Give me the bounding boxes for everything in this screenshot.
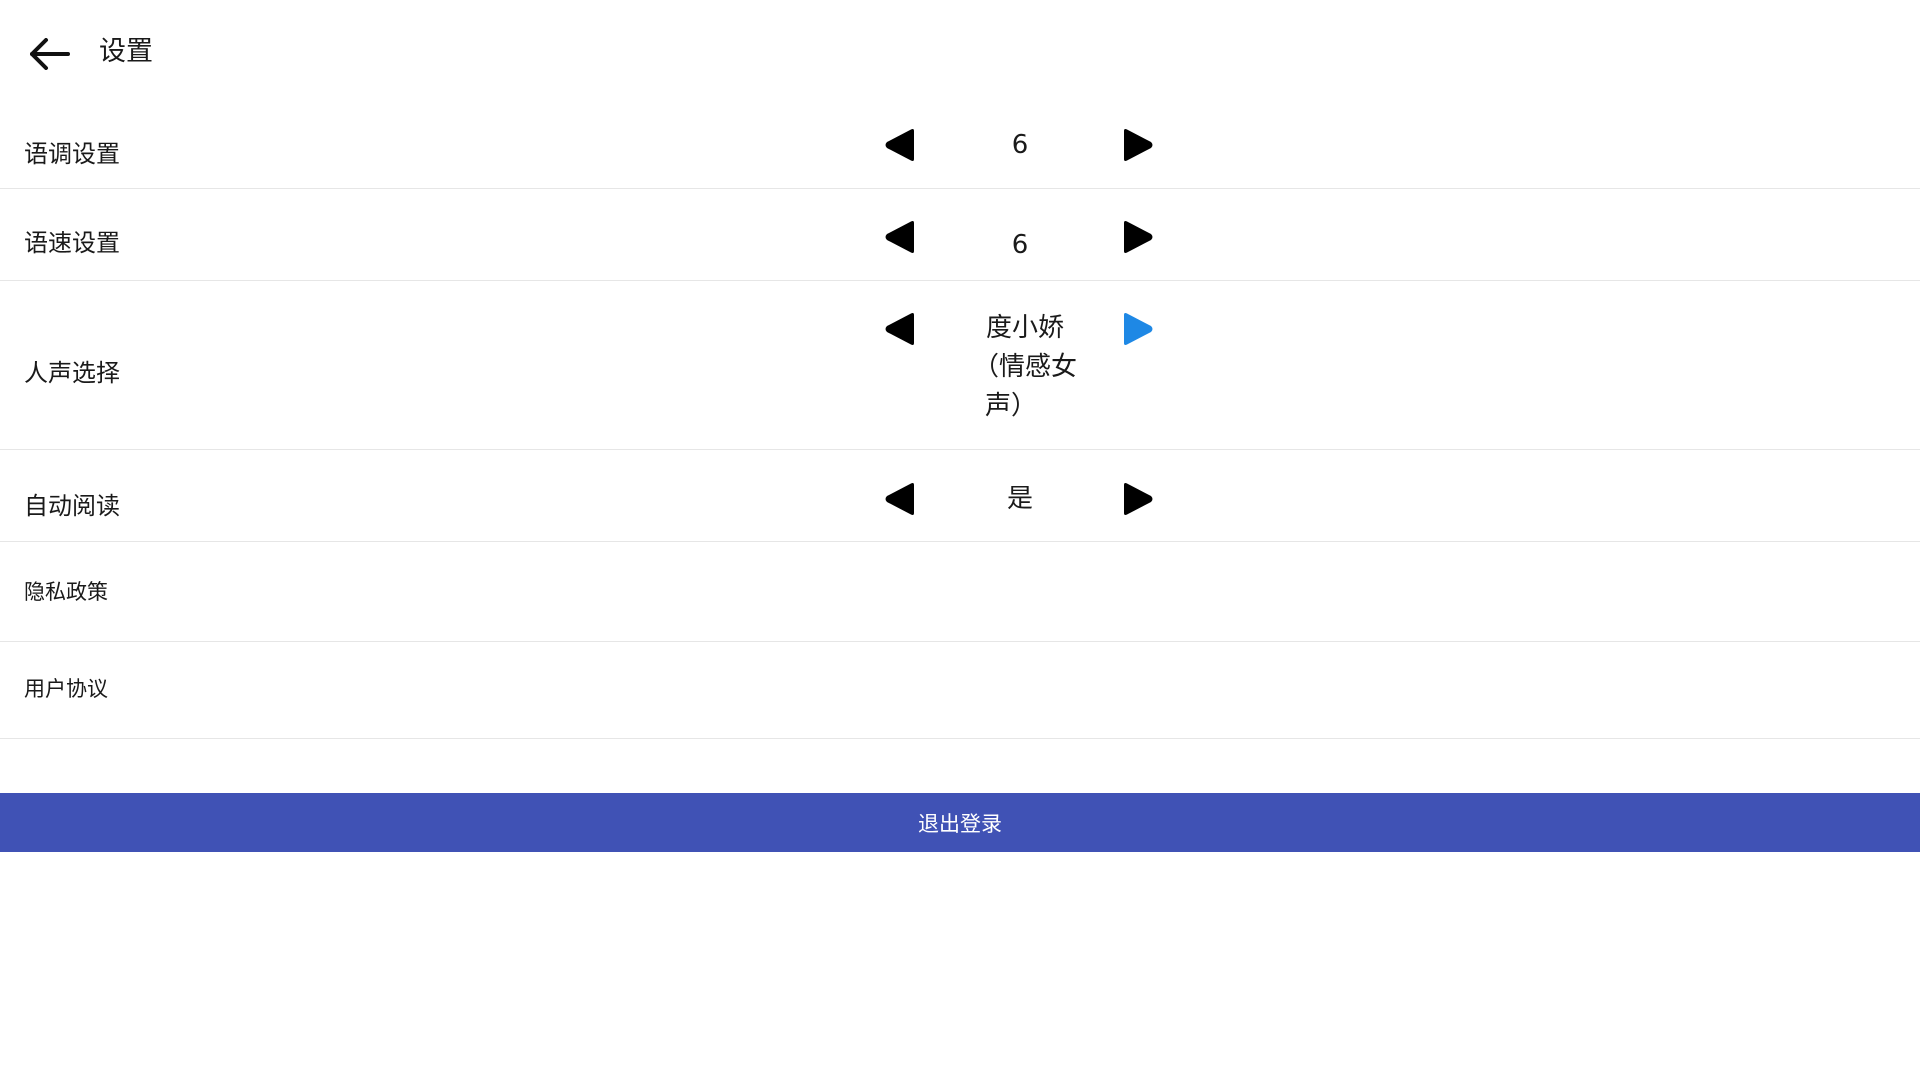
triangle-left-icon [885,313,914,345]
pitch-decrease-button[interactable] [880,125,920,165]
setting-label-pitch: 语调设置 [24,140,120,168]
setting-label-autoread: 自动阅读 [24,492,120,520]
voice-value-line-3: 声） [984,391,1037,421]
setting-row-voice: 人声选择 度小娇 （情感女 声） [0,281,1920,450]
setting-row-speed: 语速设置 6 [0,189,1920,281]
logout-label: 退出登录 [918,811,1002,836]
speed-decrease-button[interactable] [880,217,920,257]
triangle-left-icon [885,483,914,515]
voice-next-button[interactable] [1118,309,1158,349]
autoread-value: 是 [1006,484,1033,514]
settings-page: 设置 语调设置 6 语速设置 6 人声选择 度小娇 （情感女 声） 自动阅读 是… [0,0,1920,1080]
app-header: 设置 [0,0,1920,104]
logout-button[interactable]: 退出登录 [0,793,1920,852]
autoread-next-button[interactable] [1118,479,1158,519]
setting-row-pitch: 语调设置 6 [0,104,1920,189]
arrow-left-icon [30,38,70,70]
setting-label-voice: 人声选择 [24,359,120,387]
pitch-increase-button[interactable] [1118,125,1158,165]
pitch-value: 6 [1011,130,1029,160]
voice-value-line-2: （情感女 [972,352,1077,382]
triangle-left-icon [885,221,914,253]
speed-value: 6 [1011,230,1029,260]
speed-increase-button[interactable] [1118,217,1158,257]
setting-row-autoread: 自动阅读 是 [0,450,1920,542]
back-button[interactable] [26,30,74,78]
triangle-right-icon [1124,129,1153,161]
voice-value-line-1: 度小娇 [985,313,1064,343]
privacy-policy-label: 隐私政策 [24,580,108,604]
triangle-right-icon [1124,313,1153,345]
voice-prev-button[interactable] [880,309,920,349]
triangle-right-icon [1124,483,1153,515]
privacy-policy-link[interactable]: 隐私政策 [0,542,1920,642]
voice-value: 度小娇 （情感女 声） [960,309,1090,426]
setting-label-speed: 语速设置 [24,229,120,257]
user-agreement-link[interactable]: 用户协议 [0,642,1920,739]
autoread-prev-button[interactable] [880,479,920,519]
triangle-right-icon [1124,221,1153,253]
triangle-left-icon [885,129,914,161]
user-agreement-label: 用户协议 [24,677,108,701]
page-title: 设置 [99,36,153,67]
